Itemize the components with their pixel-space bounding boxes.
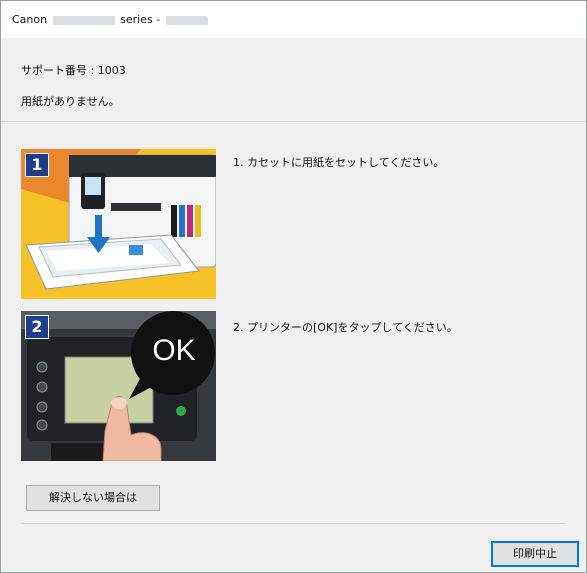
- error-message: 用紙がありません。: [21, 95, 120, 108]
- error-dialog-window: Canon series - サポート番号 : 1003 用紙がありません。 1…: [0, 0, 587, 573]
- troubleshoot-button[interactable]: 解決しない場合は: [26, 485, 160, 511]
- window-title: Canon series -: [12, 13, 210, 26]
- ok-bubble-label: OK: [152, 334, 196, 367]
- step2-badge: 2: [25, 315, 49, 339]
- step1-illustration: 1: [21, 149, 216, 299]
- title-brand: Canon: [12, 13, 48, 26]
- cancel-printing-button[interactable]: 印刷中止: [491, 541, 579, 567]
- support-code: サポート番号 : 1003: [21, 64, 126, 77]
- title-bar: Canon series -: [1, 1, 586, 38]
- step1-badge: 1: [25, 153, 49, 177]
- step2-illustration: OK 2: [21, 311, 216, 461]
- redacted-printer-name: [165, 15, 208, 25]
- divider-bottom: [21, 523, 566, 524]
- printer-cassette-illustration: [21, 149, 216, 299]
- title-series: series -: [120, 13, 161, 26]
- redacted-model-name: [52, 15, 115, 25]
- divider-top: [1, 121, 586, 122]
- step1-text: 1. カセットに用紙をセットしてください。: [233, 156, 445, 169]
- step2-text: 2. プリンターの[OK]をタップしてください。: [233, 321, 458, 334]
